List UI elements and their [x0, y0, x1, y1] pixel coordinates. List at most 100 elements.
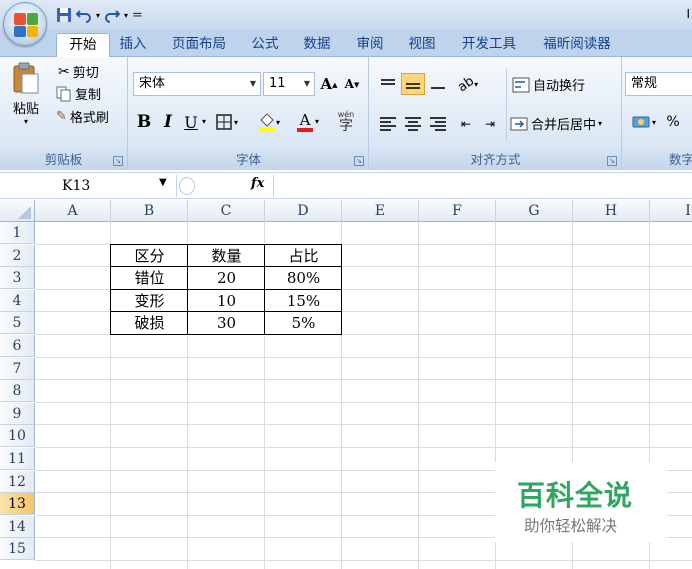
row-header-1[interactable]: 1 — [0, 222, 35, 244]
align-center-button[interactable] — [401, 113, 425, 135]
underline-dropdown-icon[interactable]: ▾ — [202, 117, 206, 126]
accounting-format-button[interactable]: ▾ — [627, 109, 661, 135]
table-border — [187, 243, 188, 335]
align-left-button[interactable] — [376, 113, 400, 135]
table-cell[interactable]: 15% — [265, 290, 342, 312]
table-cell[interactable]: 错位 — [111, 267, 188, 289]
paste-button[interactable]: 粘贴 ▾ — [8, 61, 44, 131]
percent-style-button[interactable]: % — [663, 109, 683, 135]
table-cell[interactable]: 10 — [188, 290, 265, 312]
bold-button[interactable]: B — [133, 109, 155, 135]
formula-input[interactable] — [273, 175, 692, 197]
wrap-text-button[interactable]: 自动换行 — [512, 75, 585, 94]
copy-button[interactable]: 复制 — [56, 84, 101, 103]
redo-icon[interactable] — [104, 7, 121, 23]
table-cell[interactable]: 破损 — [111, 312, 188, 334]
table-header-cell[interactable]: 区分 — [111, 245, 188, 267]
tab-view[interactable]: 视图 — [404, 33, 440, 57]
copy-icon — [56, 86, 71, 101]
font-name-dropdown[interactable]: 宋体 ▼ — [133, 72, 261, 96]
cut-label: 剪切 — [72, 66, 99, 81]
ribbon: 粘贴 ▾ ✂ 剪切 复制 ✎ 格式刷 剪贴板 ↘ 宋体 ▼ 11 ▼ A ▲ A… — [0, 57, 692, 170]
table-cell[interactable]: 30 — [188, 312, 265, 334]
column-header-g[interactable]: G — [496, 200, 573, 222]
insert-function-button[interactable]: fx — [251, 176, 264, 191]
number-format-dropdown[interactable]: 常规 — [625, 72, 692, 96]
row-header-10[interactable]: 10 — [0, 425, 35, 448]
phonetic-guide-button[interactable]: wén 字 — [327, 109, 365, 135]
row-header-7[interactable]: 7 — [0, 357, 35, 380]
row-header-3[interactable]: 3 — [0, 267, 35, 290]
row-header-6[interactable]: 6 — [0, 335, 35, 357]
shrink-font-button[interactable]: A ▼ — [341, 71, 363, 97]
undo-icon[interactable] — [75, 7, 92, 23]
text-orientation-icon: ab — [455, 73, 477, 95]
formula-bar-handle[interactable] — [179, 177, 195, 195]
row-header-12[interactable]: 12 — [0, 470, 35, 493]
customize-qat-button[interactable]: = — [132, 8, 143, 23]
tab-data[interactable]: 数据 — [299, 33, 335, 57]
alignment-dialog-launcher-icon[interactable]: ↘ — [607, 156, 617, 166]
decrease-indent-button[interactable]: ⇤ — [454, 111, 478, 137]
row-header-2[interactable]: 2 — [0, 244, 35, 267]
alignment-group: ab ▾ ⇤ ⇥ 自动换行 合并后居中 ▾ 对齐方式 ↘ — [370, 57, 622, 170]
tab-review[interactable]: 审阅 — [352, 33, 388, 57]
format-painter-button[interactable]: ✎ 格式刷 — [56, 107, 109, 126]
grow-font-button[interactable]: A ▲ — [318, 71, 340, 97]
align-top-button[interactable] — [376, 73, 400, 95]
fill-color-button[interactable]: ▾ — [253, 109, 285, 135]
tab-page-layout[interactable]: 页面布局 — [166, 33, 232, 57]
font-size-dropdown[interactable]: 11 ▼ — [263, 72, 315, 96]
italic-button[interactable]: I — [158, 109, 178, 135]
table-cell[interactable]: 变形 — [111, 290, 188, 312]
name-box[interactable]: K13 — [2, 175, 172, 197]
row-header-8[interactable]: 8 — [0, 380, 35, 403]
office-button[interactable] — [3, 2, 47, 46]
row-header-4[interactable]: 4 — [0, 289, 35, 312]
table-header-cell[interactable]: 数量 — [188, 245, 265, 267]
cut-button[interactable]: ✂ 剪切 — [58, 62, 99, 82]
tab-foxit-reader[interactable]: 福昕阅读器 — [537, 33, 617, 57]
number-group: 常规 ▾ % 数字 — [623, 57, 692, 170]
increase-indent-button[interactable]: ⇥ — [478, 111, 502, 137]
tab-home[interactable]: 开始 — [56, 33, 110, 57]
table-cell[interactable]: 20 — [188, 267, 265, 289]
underline-button[interactable]: U — [181, 109, 201, 135]
align-right-button[interactable] — [426, 113, 450, 135]
column-header-f[interactable]: F — [419, 200, 496, 222]
select-all-button[interactable] — [0, 200, 35, 222]
column-header-i[interactable]: I — [650, 200, 692, 222]
merge-center-button[interactable]: 合并后居中 ▾ — [510, 114, 602, 133]
row-header-5[interactable]: 5 — [0, 312, 35, 335]
tab-formulas[interactable]: 公式 — [247, 33, 283, 57]
row-header-9[interactable]: 9 — [0, 402, 35, 425]
clipboard-dialog-launcher-icon[interactable]: ↘ — [113, 156, 123, 166]
borders-button[interactable]: ▾ — [213, 109, 241, 135]
column-header-b[interactable]: B — [111, 200, 188, 222]
name-box-dropdown-icon[interactable]: ▼ — [159, 177, 167, 188]
font-dialog-launcher-icon[interactable]: ↘ — [354, 156, 364, 166]
tab-insert[interactable]: 插入 — [114, 33, 152, 57]
orientation-button[interactable]: ab ▾ — [452, 71, 484, 97]
row-header-15[interactable]: 15 — [0, 538, 35, 561]
row-header-14[interactable]: 14 — [0, 515, 35, 538]
table-cell[interactable]: 5% — [265, 312, 342, 334]
column-header-e[interactable]: E — [342, 200, 419, 222]
redo-dropdown-icon[interactable]: ▾ — [124, 11, 128, 20]
column-header-a[interactable]: A — [35, 200, 111, 222]
column-header-d[interactable]: D — [265, 200, 342, 222]
column-header-h[interactable]: H — [573, 200, 650, 222]
tab-developer[interactable]: 开发工具 — [456, 33, 522, 57]
table-header-cell[interactable]: 占比 — [265, 245, 342, 267]
undo-dropdown-icon[interactable]: ▾ — [96, 11, 100, 20]
align-middle-button[interactable] — [401, 73, 425, 95]
row-header-11[interactable]: 11 — [0, 448, 35, 470]
font-color-dropdown-icon[interactable]: ▾ — [315, 117, 319, 126]
chevron-down-icon: ▾ — [233, 117, 238, 127]
column-header-c[interactable]: C — [188, 200, 265, 222]
row-header-13[interactable]: 13 — [0, 493, 35, 516]
paste-label: 粘贴 — [12, 102, 39, 117]
align-bottom-button[interactable] — [426, 73, 450, 95]
save-icon[interactable] — [56, 7, 72, 23]
table-cell[interactable]: 80% — [265, 267, 342, 289]
